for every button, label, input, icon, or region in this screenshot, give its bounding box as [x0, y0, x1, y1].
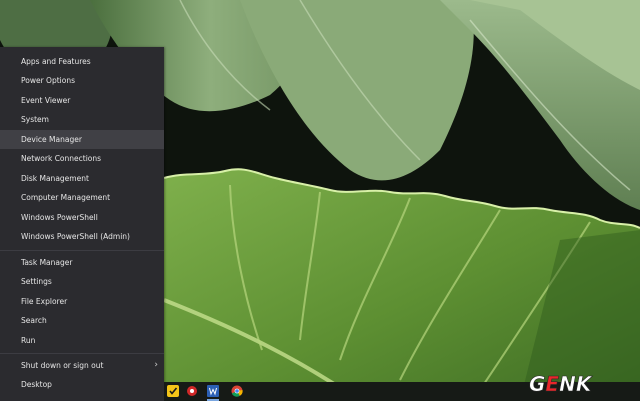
- menu-item-computer-management[interactable]: Computer Management: [0, 188, 164, 207]
- menu-item-search[interactable]: Search: [0, 311, 164, 330]
- menu-item-system[interactable]: System: [0, 110, 164, 129]
- menu-item-device-manager[interactable]: Device Manager: [0, 130, 164, 149]
- menu-item-settings[interactable]: Settings: [0, 272, 164, 291]
- menu-item-apps-and-features[interactable]: Apps and Features: [0, 52, 164, 71]
- menu-item-label: Shut down or sign out: [21, 361, 104, 370]
- chevron-right-icon: ›: [154, 360, 158, 370]
- genk-watermark-logo: GENK: [529, 372, 593, 396]
- word-icon[interactable]: [207, 385, 219, 397]
- menu-item-shut-down-or-sign-out[interactable]: Shut down or sign out ›: [0, 356, 164, 375]
- svg-text:GENK: GENK: [529, 372, 593, 396]
- menu-item-task-manager[interactable]: Task Manager: [0, 253, 164, 272]
- menu-separator: [0, 250, 164, 251]
- chrome-icon[interactable]: [231, 385, 243, 397]
- menu-item-event-viewer[interactable]: Event Viewer: [0, 91, 164, 110]
- menu-item-power-options[interactable]: Power Options: [0, 71, 164, 90]
- menu-item-run[interactable]: Run: [0, 331, 164, 350]
- menu-item-file-explorer[interactable]: File Explorer: [0, 292, 164, 311]
- power-user-menu: Apps and Features Power Options Event Vi…: [0, 47, 164, 401]
- norton-icon[interactable]: [167, 385, 179, 397]
- menu-item-desktop[interactable]: Desktop: [0, 375, 164, 394]
- menu-item-network-connections[interactable]: Network Connections: [0, 149, 164, 168]
- menu-separator: [0, 353, 164, 354]
- menu-item-windows-powershell-admin[interactable]: Windows PowerShell (Admin): [0, 227, 164, 246]
- media-icon[interactable]: [186, 385, 198, 397]
- menu-item-windows-powershell[interactable]: Windows PowerShell: [0, 208, 164, 227]
- menu-item-disk-management[interactable]: Disk Management: [0, 169, 164, 188]
